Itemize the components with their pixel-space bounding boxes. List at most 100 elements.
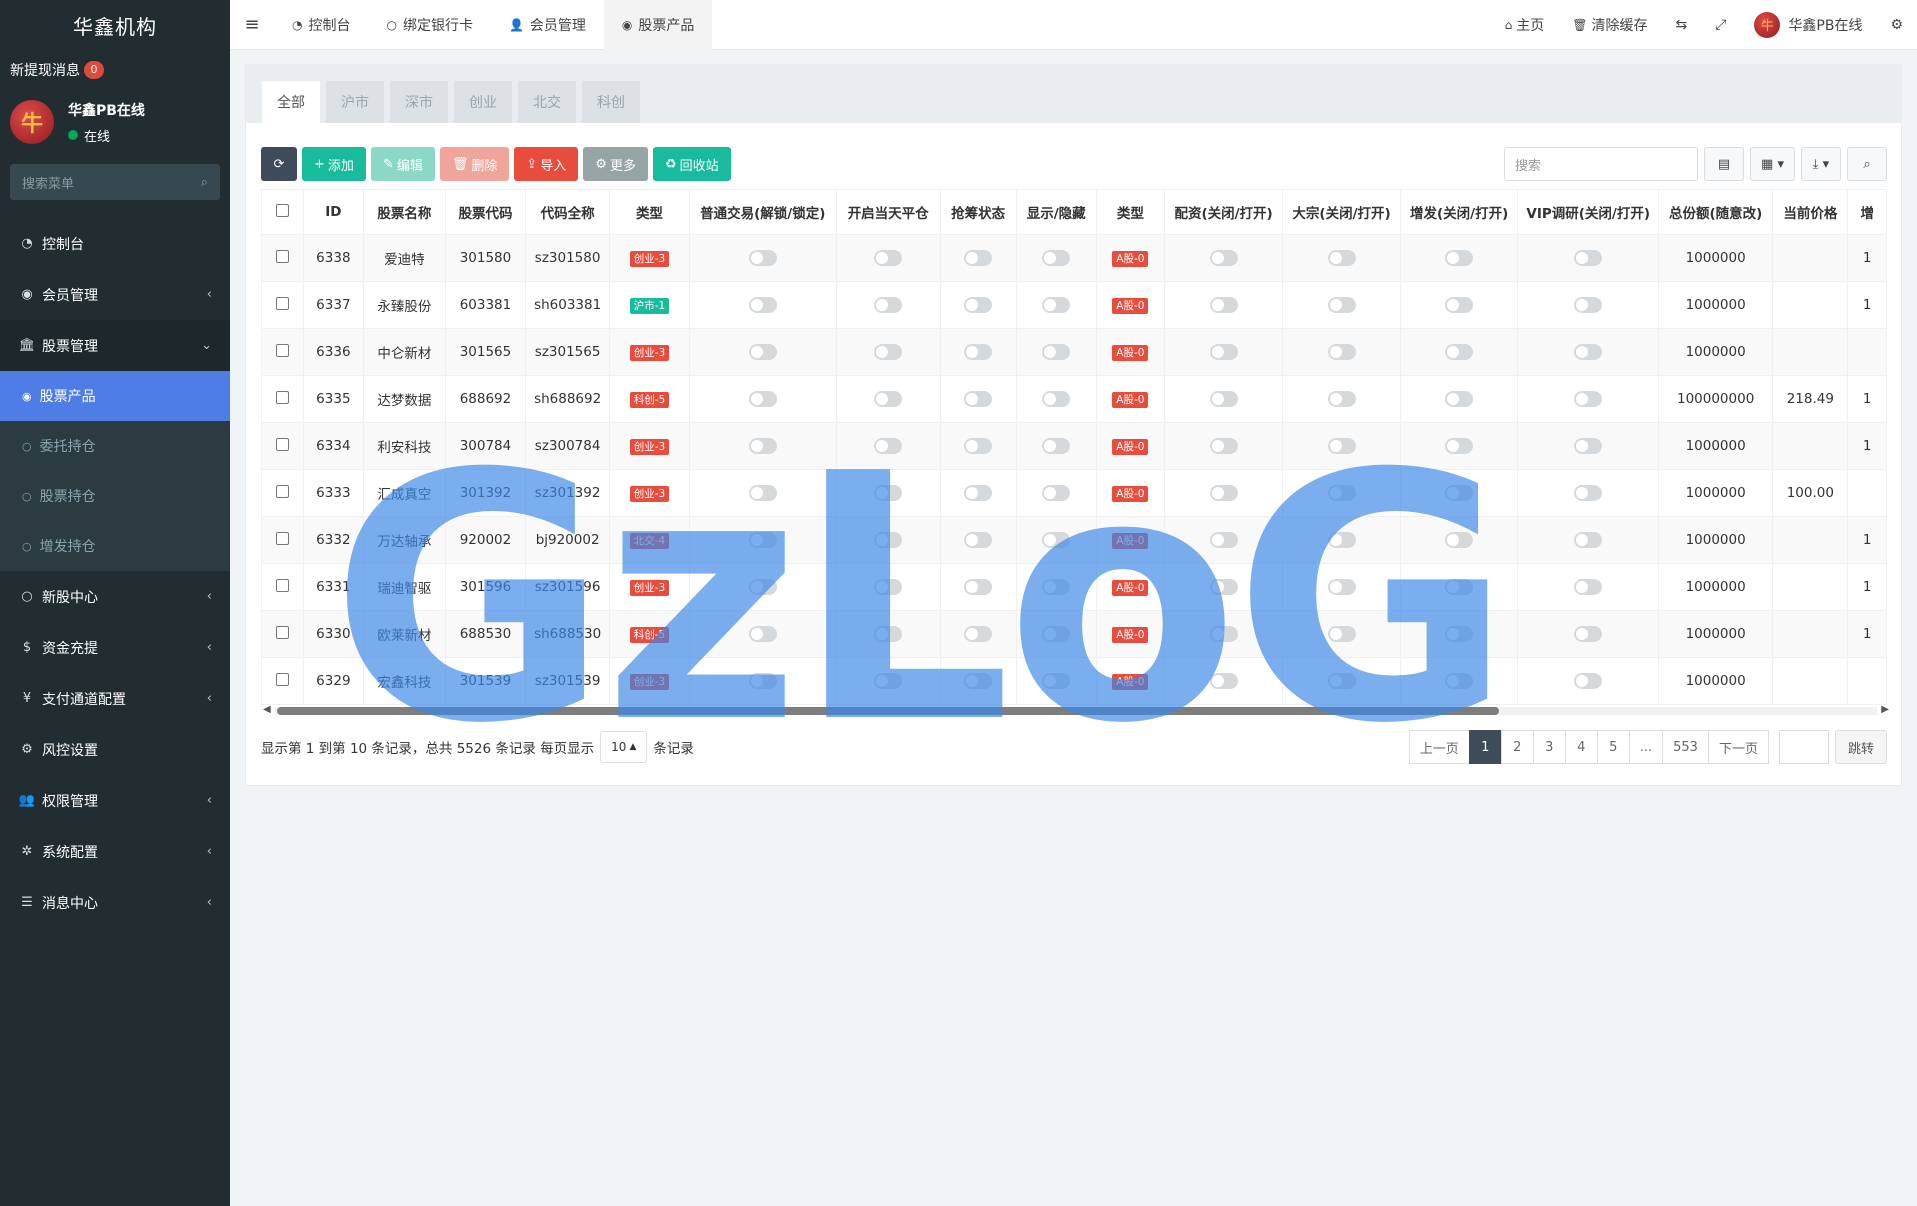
sidebar-item-entrust-positions[interactable]: ○ 委托持仓 — [0, 421, 230, 471]
tab-all[interactable]: 全部 — [262, 81, 320, 123]
jump-button[interactable]: 跳转 — [1834, 730, 1887, 764]
row-checkbox[interactable] — [275, 390, 289, 404]
block-trade-toggle[interactable] — [1327, 626, 1356, 642]
select-all-header[interactable] — [261, 189, 304, 235]
menu-toggle-icon[interactable]: ≡ — [230, 14, 274, 35]
vip-research-toggle[interactable] — [1574, 673, 1603, 689]
sidebar-item-stock-management[interactable]: 🏛 股票管理 ⌄ — [0, 320, 230, 371]
sidebar-item-payment-channels[interactable]: ¥ 支付通道配置 ‹ — [0, 673, 230, 724]
placement-toggle[interactable] — [1445, 250, 1474, 266]
table-row[interactable]: 6334 利安科技 300784 sz300784 创业-3 A股-0 1000000 1 — [261, 422, 1887, 470]
jump-page-input[interactable] — [1778, 730, 1829, 764]
sidebar-item-permissions[interactable]: 👥 权限管理 ‹ — [0, 775, 230, 826]
tab-chinext[interactable]: 创业 — [454, 81, 512, 123]
same-day-close-toggle[interactable] — [874, 250, 903, 266]
col-stock-code[interactable]: 股票代码 — [444, 189, 527, 235]
grab-status-toggle[interactable] — [964, 250, 993, 266]
margin-toggle[interactable] — [1209, 438, 1238, 454]
col-current-price[interactable]: 当前价格 — [1772, 189, 1849, 235]
normal-trading-toggle[interactable] — [748, 579, 777, 595]
menu-search-input[interactable]: 搜索菜单 ⌕ — [10, 164, 220, 200]
placement-toggle[interactable] — [1445, 438, 1474, 454]
table-row[interactable]: 6329 宏鑫科技 301539 sz301539 创业-3 A股-0 1000000 — [261, 657, 1887, 705]
columns-button[interactable]: ▦ ▾ — [1750, 147, 1795, 181]
home-link[interactable]: ⌂ 主页 — [1491, 15, 1559, 35]
table-row[interactable]: 6336 中仑新材 301565 sz301565 创业-3 A股-0 1000000 — [261, 328, 1887, 376]
col-vip-research[interactable]: VIP调研(关闭/打开) — [1517, 189, 1660, 235]
more-button[interactable]: ⚙ 更多 — [583, 147, 648, 181]
tab-bind-bank-card[interactable]: ○ 绑定银行卡 — [368, 0, 490, 50]
normal-trading-toggle[interactable] — [748, 673, 777, 689]
visibility-toggle[interactable] — [1042, 626, 1071, 642]
sidebar-item-members[interactable]: ◉ 会员管理 ‹ — [0, 269, 230, 320]
next-page-button[interactable]: 下一页 — [1707, 730, 1769, 764]
sidebar-item-risk-settings[interactable]: ⚙ 风控设置 — [0, 724, 230, 775]
sidebar-item-ipo-center[interactable]: ○ 新股中心 ‹ — [0, 571, 230, 622]
margin-toggle[interactable] — [1209, 297, 1238, 313]
row-checkbox[interactable] — [275, 625, 289, 639]
col-block-trade[interactable]: 大宗(关闭/打开) — [1282, 189, 1401, 235]
col-increase[interactable]: 增 — [1847, 189, 1887, 235]
block-trade-toggle[interactable] — [1327, 250, 1356, 266]
same-day-close-toggle[interactable] — [874, 485, 903, 501]
sidebar-item-placement-positions[interactable]: ○ 增发持仓 — [0, 521, 230, 571]
visibility-toggle[interactable] — [1042, 485, 1071, 501]
same-day-close-toggle[interactable] — [874, 673, 903, 689]
select-all-checkbox[interactable] — [275, 203, 289, 217]
block-trade-toggle[interactable] — [1327, 532, 1356, 548]
margin-toggle[interactable] — [1209, 532, 1238, 548]
horizontal-scrollbar[interactable]: ◀ ▶ — [261, 704, 1891, 716]
block-trade-toggle[interactable] — [1327, 673, 1356, 689]
tab-beijing[interactable]: 北交 — [518, 81, 576, 123]
block-trade-toggle[interactable] — [1327, 438, 1356, 454]
margin-toggle[interactable] — [1209, 626, 1238, 642]
table-row[interactable]: 6337 永臻股份 603381 sh603381 沪市-1 A股-0 1000000 1 — [261, 281, 1887, 329]
table-row[interactable]: 6338 爱迪特 301580 sz301580 创业-3 A股-0 1000000 1 — [261, 234, 1887, 282]
table-row[interactable]: 6332 万达轴承 920002 bj920002 北交-4 A股-0 1000000 1 — [261, 516, 1887, 564]
page-button[interactable]: 3 — [1532, 730, 1566, 764]
margin-toggle[interactable] — [1209, 673, 1238, 689]
placement-toggle[interactable] — [1445, 579, 1474, 595]
tab-shanghai[interactable]: 沪市 — [326, 81, 384, 123]
tab-star[interactable]: 科创 — [582, 81, 640, 123]
grab-status-toggle[interactable] — [964, 485, 993, 501]
grab-status-toggle[interactable] — [964, 673, 993, 689]
table-row[interactable]: 6331 瑞迪智驱 301596 sz301596 创业-3 A股-0 1000000 1 — [261, 563, 1887, 611]
vip-research-toggle[interactable] — [1574, 438, 1603, 454]
sidebar-item-system-config[interactable]: ✲ 系统配置 ‹ — [0, 826, 230, 877]
same-day-close-toggle[interactable] — [874, 579, 903, 595]
export-button[interactable]: ⤓ ▾ — [1801, 147, 1841, 181]
col-grab-status[interactable]: 抢筹状态 — [939, 189, 1017, 235]
row-checkbox[interactable] — [275, 249, 289, 263]
normal-trading-toggle[interactable] — [748, 250, 777, 266]
prev-page-button[interactable]: 上一页 — [1408, 730, 1470, 764]
grab-status-toggle[interactable] — [964, 626, 993, 642]
grab-status-toggle[interactable] — [964, 391, 993, 407]
col-margin[interactable]: 配资(关闭/打开) — [1163, 189, 1284, 235]
row-checkbox[interactable] — [275, 484, 289, 498]
visibility-toggle[interactable] — [1042, 391, 1071, 407]
tab-dashboard[interactable]: ◔ 控制台 — [274, 0, 368, 50]
row-checkbox[interactable] — [275, 343, 289, 357]
same-day-close-toggle[interactable] — [874, 532, 903, 548]
placement-toggle[interactable] — [1445, 391, 1474, 407]
sidebar-item-stock-products[interactable]: ◉ 股票产品 — [0, 371, 230, 421]
row-checkbox[interactable] — [275, 437, 289, 451]
tab-shenzhen[interactable]: 深市 — [390, 81, 448, 123]
margin-toggle[interactable] — [1209, 250, 1238, 266]
placement-toggle[interactable] — [1445, 673, 1474, 689]
grab-status-toggle[interactable] — [964, 344, 993, 360]
grab-status-toggle[interactable] — [964, 532, 993, 548]
page-button[interactable]: 553 — [1662, 730, 1709, 764]
page-button[interactable]: 2 — [1500, 730, 1534, 764]
table-search-input[interactable]: 搜索 — [1504, 147, 1699, 181]
same-day-close-toggle[interactable] — [874, 626, 903, 642]
scroll-thumb[interactable] — [277, 707, 1499, 715]
vip-research-toggle[interactable] — [1574, 250, 1603, 266]
same-day-close-toggle[interactable] — [874, 391, 903, 407]
vip-research-toggle[interactable] — [1574, 297, 1603, 313]
import-button[interactable]: ⇪ 导入 — [514, 147, 579, 181]
margin-toggle[interactable] — [1209, 485, 1238, 501]
placement-toggle[interactable] — [1445, 344, 1474, 360]
col-type-2[interactable]: 类型 — [1095, 189, 1165, 235]
